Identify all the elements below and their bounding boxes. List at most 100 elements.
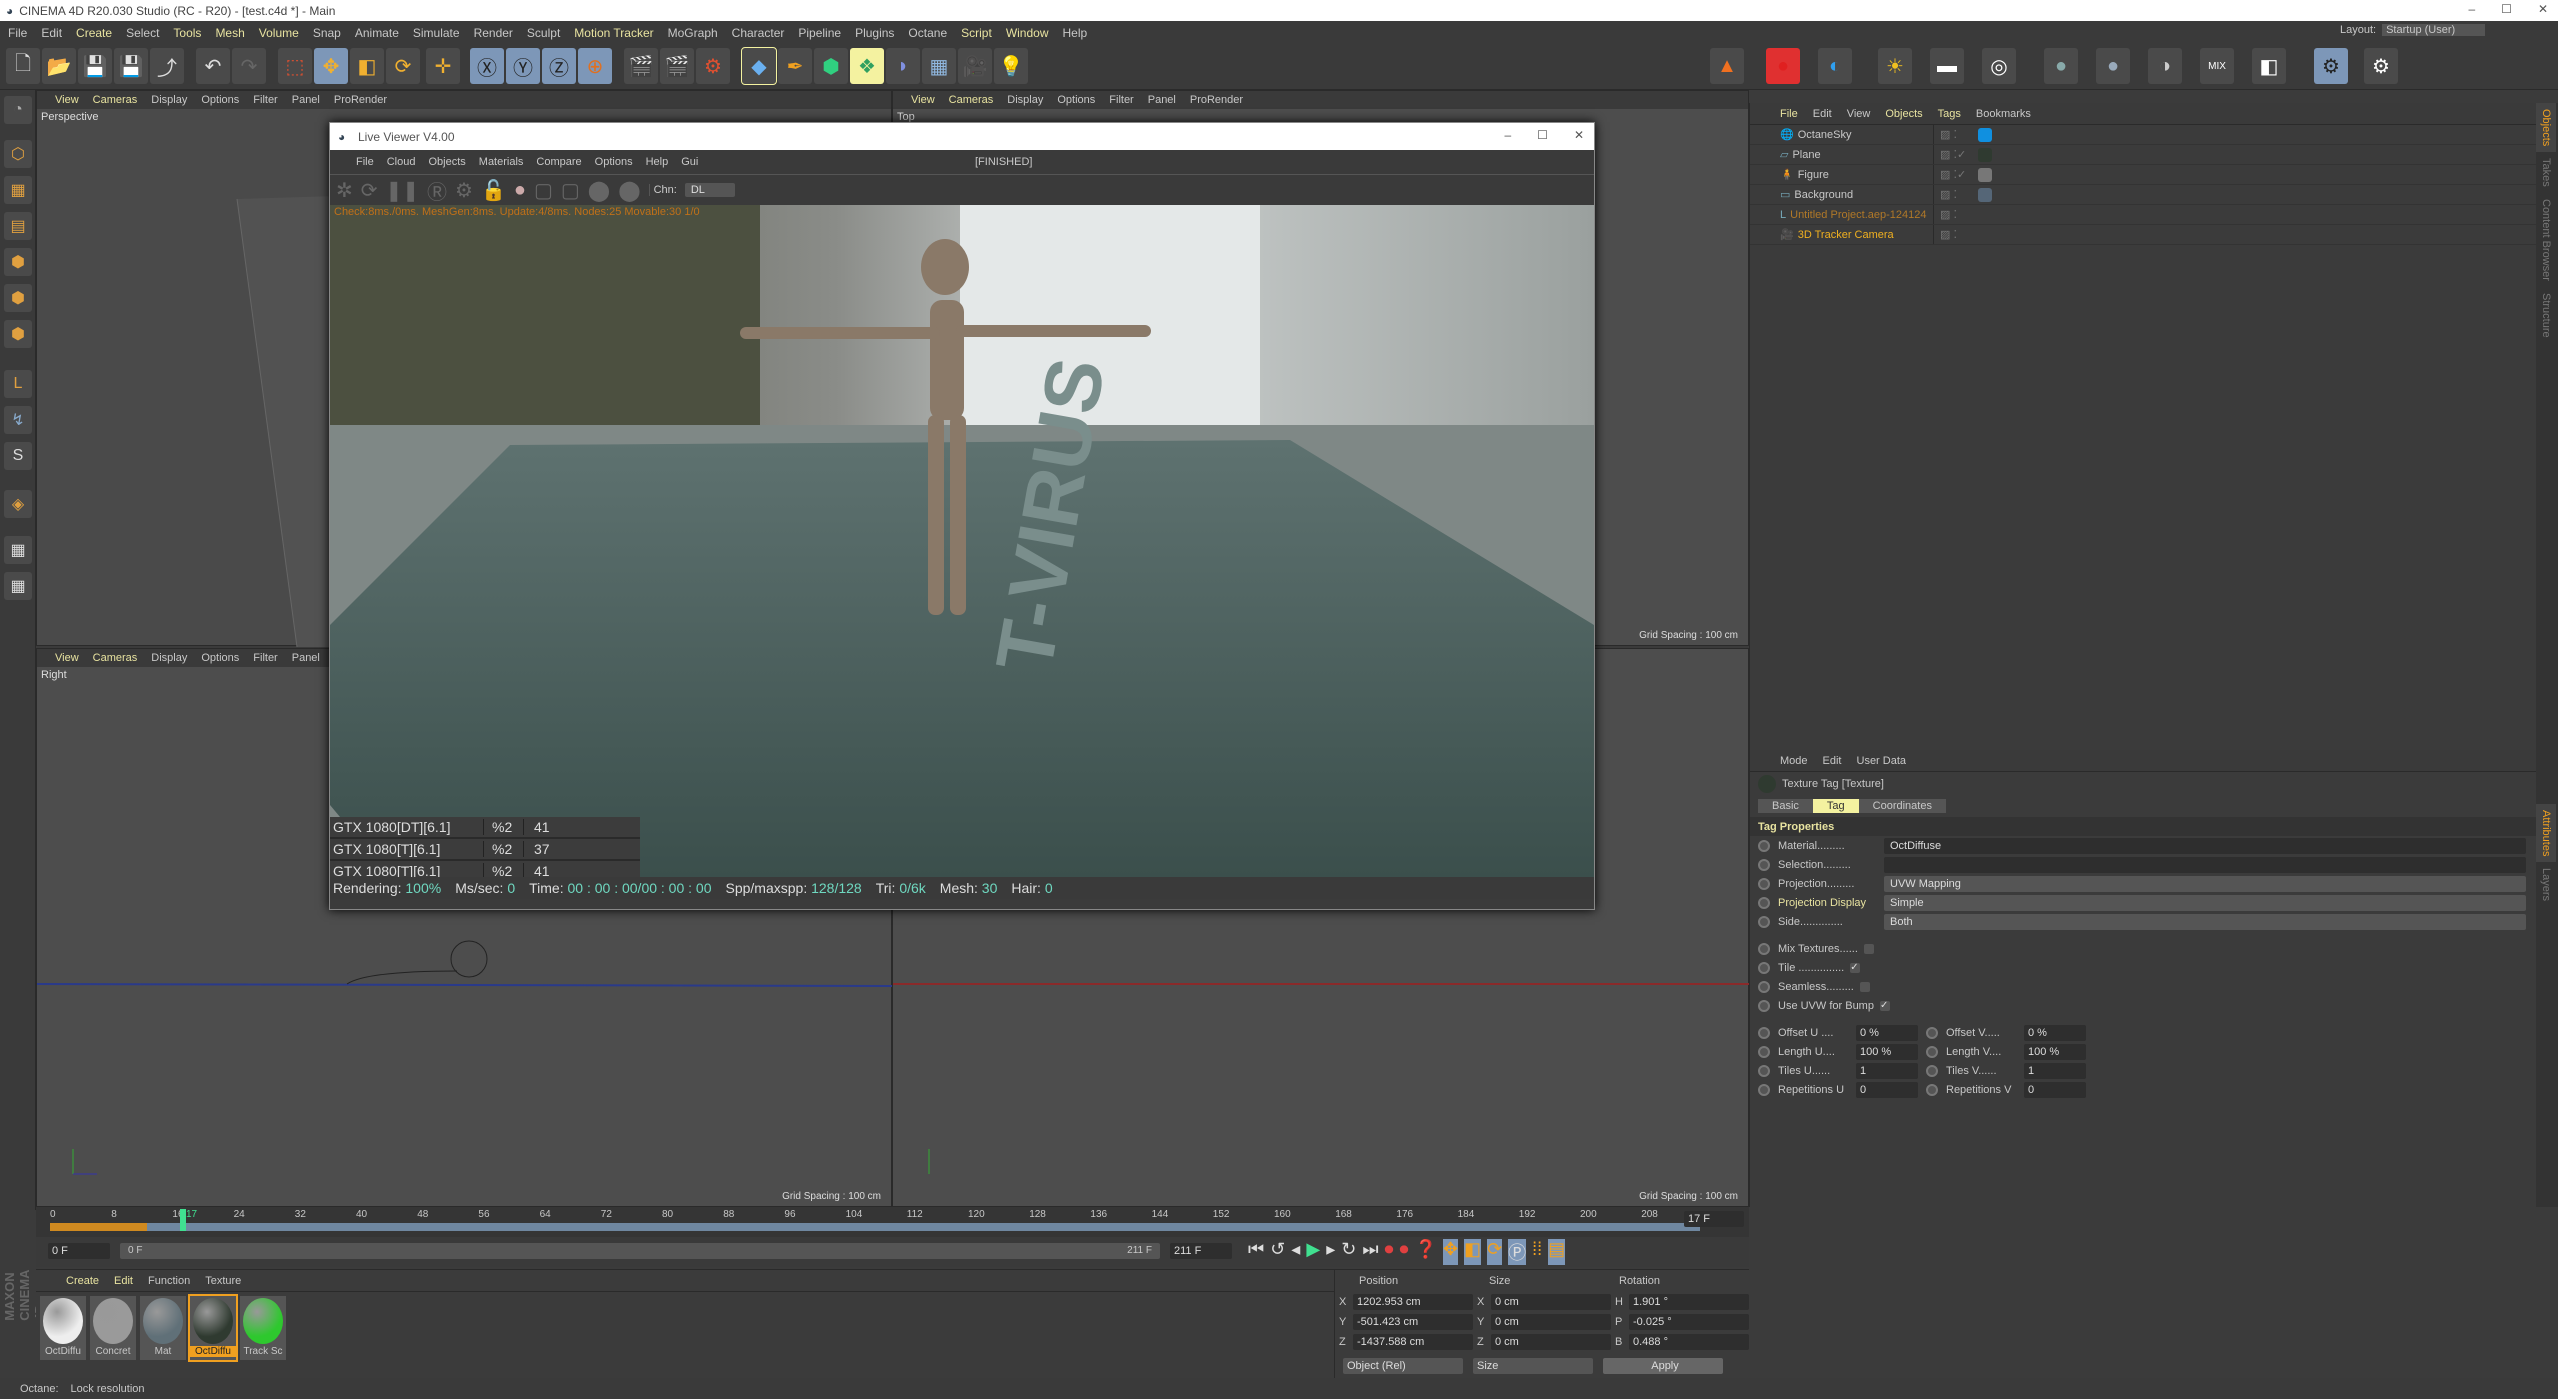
material-swatch[interactable]: OctDiffu	[40, 1296, 86, 1360]
lv-menu-help[interactable]: Help	[646, 156, 669, 168]
keyframe-selection-icon[interactable]: ❓	[1415, 1239, 1437, 1265]
render-image[interactable]: T-VIRUS Check:8ms./0ms. MeshGen:8ms. Upd…	[330, 205, 1594, 877]
rep_u-field[interactable]: 0	[1856, 1081, 1918, 1098]
coord-sy-field[interactable]: 0 cm	[1491, 1314, 1611, 1330]
next-frame-icon[interactable]: ▸	[1326, 1239, 1335, 1265]
offset_u-field[interactable]: 0 %	[1856, 1024, 1918, 1041]
material-swatch[interactable]: Mat	[140, 1296, 186, 1360]
menu-plugins[interactable]: Plugins	[855, 26, 894, 40]
coord-h-field[interactable]: 1.901 °	[1629, 1294, 1749, 1310]
offset_v-field[interactable]: 0 %	[2024, 1024, 2086, 1041]
model-mode-icon[interactable]: ◔	[4, 96, 32, 124]
octane-gear-icon[interactable]: ⚙	[2364, 48, 2398, 84]
lv-menu-cloud[interactable]: Cloud	[387, 156, 416, 168]
material-menu-texture[interactable]: Texture	[205, 1275, 241, 1287]
y-axis-icon[interactable]: Ⓨ	[506, 48, 540, 84]
play-icon[interactable]: ▶	[1306, 1239, 1320, 1265]
next-key-icon[interactable]: ↻	[1341, 1239, 1356, 1265]
timeline[interactable]: 0 8 16 24 32 40 48 56 64 72 80 88 96 104 112 120 128 136 1…	[36, 1207, 1749, 1237]
new-file-icon[interactable]: 🗋	[6, 48, 40, 84]
viewport-menu-cameras[interactable]: Cameras	[949, 94, 994, 106]
save-as-icon[interactable]: 💾	[114, 48, 148, 84]
object-row[interactable]: 🎥 3D Tracker Camera ▨ ⁚	[1750, 225, 2536, 245]
lv-menu-options[interactable]: Options	[595, 156, 633, 168]
lv-minimize-button[interactable]: –	[1504, 128, 1511, 142]
subdivision-icon[interactable]: ⬢	[814, 48, 848, 84]
camera-icon[interactable]: 🎥	[958, 48, 992, 84]
objects-menu-edit[interactable]: Edit	[1813, 108, 1832, 120]
viewport-menu-prorender[interactable]: ProRender	[1190, 94, 1243, 106]
object-row[interactable]: ▭ Background ▨ ⁚	[1750, 185, 2536, 205]
clay-mode-icon[interactable]: ▢	[534, 178, 553, 203]
points-mode-icon[interactable]: ⬡	[4, 140, 32, 168]
focus-picker-icon[interactable]: ⬤	[588, 178, 610, 203]
viewport-menu-panel[interactable]: Panel	[1148, 94, 1176, 106]
keyframe-radio[interactable]	[1758, 1026, 1770, 1039]
coord-b-field[interactable]: 0.488 °	[1629, 1334, 1749, 1350]
menu-file[interactable]: File	[8, 26, 27, 40]
keyframe-radio[interactable]	[1758, 999, 1770, 1012]
channel-dropdown[interactable]: DL	[684, 183, 735, 197]
end-frame-field[interactable]: 211 F	[1170, 1243, 1232, 1259]
menu-motion-tracker[interactable]: Motion Tracker	[574, 26, 653, 40]
keyframe-radio[interactable]	[1926, 1083, 1938, 1096]
world-coords-icon[interactable]: ⊕	[578, 48, 612, 84]
grid-icon[interactable]: ▦	[4, 536, 32, 564]
attr-menu-edit[interactable]: Edit	[1823, 755, 1842, 767]
projection-field[interactable]: UVW Mapping	[1884, 875, 2526, 892]
menu-animate[interactable]: Animate	[355, 26, 399, 40]
objects-menu-tags[interactable]: Tags	[1938, 108, 1961, 120]
render-settings-icon[interactable]: ⚙	[696, 48, 730, 84]
viewport-menu-view[interactable]: View	[911, 94, 935, 106]
menu-volume[interactable]: Volume	[259, 26, 299, 40]
settings-gear-icon[interactable]: ⚙	[455, 178, 473, 203]
menu-window[interactable]: Window	[1006, 26, 1049, 40]
close-button[interactable]: ✕	[2538, 2, 2548, 16]
octane-diffuse-material-icon[interactable]: ●	[2044, 48, 2078, 84]
lv-menu-gui[interactable]: Gui	[681, 156, 698, 168]
save-icon[interactable]: 💾	[78, 48, 112, 84]
viewport-menu-cameras[interactable]: Cameras	[93, 94, 138, 106]
octane-live-viewer-icon[interactable]: ●	[1766, 48, 1800, 84]
size-mode-dropdown[interactable]: Size	[1473, 1358, 1593, 1374]
keyframe-radio[interactable]	[1758, 839, 1770, 852]
projdisp-field[interactable]: Simple	[1884, 894, 2526, 911]
octane-settings-icon[interactable]: ⚙	[2314, 48, 2348, 84]
attr-menu-mode[interactable]: Mode	[1780, 755, 1808, 767]
menu-pipeline[interactable]: Pipeline	[798, 26, 841, 40]
visibility-toggle[interactable]: ▨ ⁚	[1934, 188, 1974, 201]
objects-menu-objects[interactable]: Objects	[1885, 108, 1922, 120]
object-row[interactable]: 🧍 Figure ▨ ⁚✓	[1750, 165, 2536, 185]
menu-create[interactable]: Create	[76, 26, 112, 40]
coord-sz-field[interactable]: 0 cm	[1491, 1334, 1611, 1350]
coord-x-field[interactable]: 1202.953 cm	[1353, 1294, 1473, 1310]
menu-mesh[interactable]: Mesh	[215, 26, 244, 40]
current-frame-field[interactable]: 17 F	[1684, 1211, 1744, 1227]
lv-menu-compare[interactable]: Compare	[536, 156, 581, 168]
move-icon[interactable]: ✥	[314, 48, 348, 84]
undo-icon[interactable]: ↶	[196, 48, 230, 84]
record-keys-icon[interactable]: ⏺	[1385, 1239, 1394, 1265]
viewport-menu-filter[interactable]: Filter	[253, 94, 277, 106]
viewport-menu-view[interactable]: View	[55, 94, 79, 106]
side-tab-attributes[interactable]: Attributes	[2536, 803, 2556, 863]
object-row[interactable]: 🌐 OctaneSky ▨ ⁚	[1750, 125, 2536, 145]
octane-specular-material-icon[interactable]: ◑	[2148, 48, 2182, 84]
timeline-track[interactable]	[50, 1223, 1700, 1231]
keyframe-radio[interactable]	[1758, 1045, 1770, 1058]
side-tab-content-browser[interactable]: Content Browser	[2536, 193, 2556, 287]
start-frame-field[interactable]: 0 F	[48, 1243, 110, 1259]
region-render-icon[interactable]: Ⓡ	[427, 176, 447, 205]
keyframe-radio[interactable]	[1758, 961, 1770, 974]
viewport-menu-options[interactable]: Options	[1057, 94, 1095, 106]
viewport-menu-prorender[interactable]: ProRender	[334, 94, 387, 106]
lock-workplane-icon[interactable]: ◈	[4, 490, 32, 518]
octane-sky-icon[interactable]: ◐	[1818, 48, 1852, 84]
visibility-toggle[interactable]: ▨ ⁚	[1934, 128, 1974, 141]
uvwbump-label-checkbox[interactable]: ✓	[1879, 1000, 1890, 1011]
polygon-mode-icon[interactable]: ⬢	[4, 320, 32, 348]
side-tab-structure[interactable]: Structure	[2536, 287, 2556, 344]
coord-sx-field[interactable]: 0 cm	[1491, 1294, 1611, 1310]
key-pla-icon[interactable]: ⁞⁞	[1532, 1239, 1542, 1265]
menu-script[interactable]: Script	[961, 26, 992, 40]
